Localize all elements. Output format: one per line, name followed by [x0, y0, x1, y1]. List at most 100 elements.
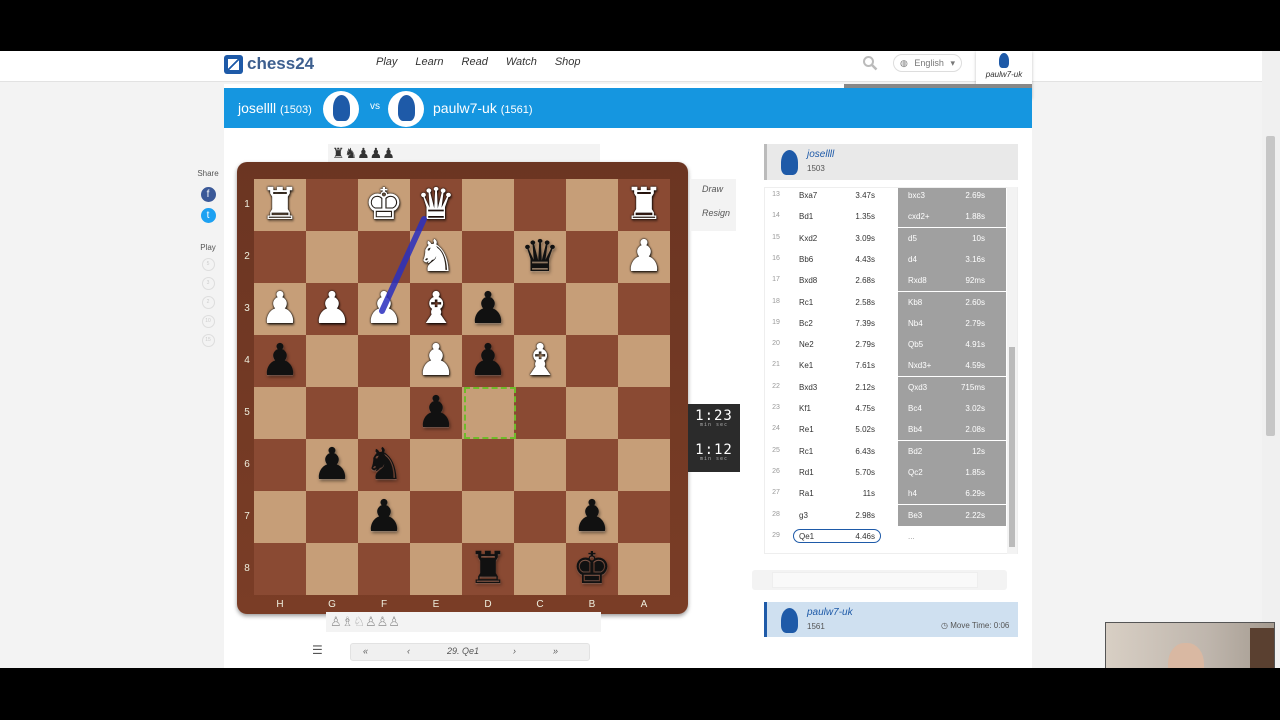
board-square[interactable]	[358, 231, 410, 283]
black-move[interactable]: bxc3	[908, 191, 925, 200]
black-move[interactable]: Bd2	[908, 447, 922, 456]
chess24-logo[interactable]: chess24	[224, 54, 314, 74]
chess-piece[interactable]: ♛	[514, 231, 566, 283]
board-square[interactable]	[514, 283, 566, 335]
black-move[interactable]: cxd2+	[908, 212, 930, 221]
white-move[interactable]: Bc2	[799, 319, 813, 328]
black-move[interactable]: h4	[908, 489, 917, 498]
white-move[interactable]: Kxd2	[799, 234, 817, 243]
play-option-15[interactable]: 15	[201, 334, 215, 347]
chess-piece[interactable]: ♜	[462, 543, 514, 595]
chess-piece[interactable]: ♝	[514, 335, 566, 387]
chess-piece[interactable]: ♞	[410, 231, 462, 283]
move-row[interactable]: 17 Bxd8 2.68s Rxd8 92ms	[765, 270, 1009, 292]
board-square[interactable]	[410, 543, 462, 595]
board-square[interactable]	[566, 179, 618, 231]
white-move[interactable]: Bxa7	[799, 191, 817, 200]
board-square[interactable]	[514, 543, 566, 595]
move-row[interactable]: 24 Re1 5.02s Bb4 2.08s	[765, 419, 1009, 441]
scrollbar-thumb[interactable]	[1266, 136, 1275, 436]
play-option-3[interactable]: 3	[201, 277, 215, 290]
next-move-icon[interactable]: ›	[513, 646, 516, 656]
board-square[interactable]	[514, 439, 566, 491]
white-move[interactable]: Rc1	[799, 298, 813, 307]
chat-input[interactable]	[772, 572, 978, 588]
nav-shop[interactable]: Shop	[555, 56, 581, 68]
white-move[interactable]: Bd1	[799, 212, 813, 221]
white-move[interactable]: g3	[799, 511, 808, 520]
board-square[interactable]	[306, 543, 358, 595]
play-option-2[interactable]: 2	[201, 296, 215, 309]
chess-piece[interactable]: ♝	[410, 283, 462, 335]
chess-piece[interactable]: ♟	[306, 283, 358, 335]
board-square[interactable]	[306, 179, 358, 231]
board-square[interactable]	[306, 491, 358, 543]
board-square[interactable]	[566, 283, 618, 335]
menu-icon[interactable]: ☰	[312, 643, 328, 661]
search-icon[interactable]	[862, 55, 878, 71]
black-move[interactable]: Nxd3+	[908, 361, 931, 370]
chess-piece[interactable]: ♚	[566, 543, 618, 595]
black-move[interactable]: Bb4	[908, 425, 922, 434]
board-square[interactable]	[514, 387, 566, 439]
board-square[interactable]	[618, 439, 670, 491]
move-row[interactable]: 25 Rc1 6.43s Bd2 12s	[765, 440, 1009, 462]
nav-play[interactable]: Play	[376, 56, 397, 68]
chess-piece[interactable]: ♟	[358, 283, 410, 335]
chess-piece[interactable]: ♛	[410, 179, 462, 231]
move-row[interactable]: 21 Ke1 7.61s Nxd3+ 4.59s	[765, 355, 1009, 377]
black-player[interactable]: paulw7-uk (1561)	[433, 100, 533, 116]
board-square[interactable]	[254, 491, 306, 543]
board-square[interactable]	[462, 179, 514, 231]
black-move[interactable]: Rxd8	[908, 276, 927, 285]
player-top-name[interactable]: josellll	[807, 149, 834, 160]
move-row[interactable]: 23 Kf1 4.75s Bc4 3.02s	[765, 398, 1009, 419]
chess-board[interactable]: ♜ ♚ ♛ ♜ ♞ ♛ ♟ ♟ ♟ ♟ ♝ ♟ ♟ ♟ ♟ ♝ ♟ ♟ ♞ ♟ ♟ ♜ ♚	[254, 179, 670, 595]
play-option-10[interactable]: 10	[201, 315, 215, 328]
move-row[interactable]: 13 Bxa7 3.47s bxc3 2.69s	[765, 188, 1009, 206]
black-move[interactable]: d5	[908, 234, 917, 243]
last-move-icon[interactable]: »	[553, 646, 558, 656]
prev-move-icon[interactable]: ‹	[407, 646, 410, 656]
move-list[interactable]: 13 Bxa7 3.47s bxc3 2.69s 14 Bd1 1.35s cxd2+ 1.88s…	[764, 187, 1018, 554]
black-move[interactable]: d4	[908, 255, 917, 264]
chess-piece[interactable]: ♟	[462, 335, 514, 387]
board-square[interactable]	[514, 179, 566, 231]
player-bottom-name[interactable]: paulw7-uk	[807, 607, 853, 618]
chess-piece[interactable]: ♟	[306, 439, 358, 491]
white-move[interactable]: Ra1	[799, 489, 814, 498]
page-scrollbar[interactable]	[1262, 51, 1280, 668]
board-square[interactable]	[566, 387, 618, 439]
chess-piece[interactable]: ♞	[358, 439, 410, 491]
move-row[interactable]: 22 Bxd3 2.12s Qxd3 715ms	[765, 376, 1009, 398]
move-list-scroll-thumb[interactable]	[1009, 347, 1015, 547]
chess-piece[interactable]: ♟	[618, 231, 670, 283]
move-row[interactable]: 28 g3 2.98s Be3 2.22s	[765, 504, 1009, 526]
black-move[interactable]: Qc2	[908, 468, 923, 477]
board-square[interactable]	[358, 387, 410, 439]
board-square[interactable]	[514, 491, 566, 543]
black-move[interactable]: Qb5	[908, 340, 923, 349]
board-square[interactable]	[358, 543, 410, 595]
board-square[interactable]	[566, 335, 618, 387]
move-row[interactable]: 16 Bb6 4.43s d4 3.16s	[765, 248, 1009, 270]
language-selector[interactable]: ◍ English ▾	[893, 54, 962, 72]
chess-piece[interactable]: ♟	[358, 491, 410, 543]
board-square[interactable]	[618, 491, 670, 543]
move-row[interactable]: 19 Bc2 7.39s Nb4 2.79s	[765, 312, 1009, 334]
facebook-icon[interactable]: f	[200, 187, 216, 202]
white-player[interactable]: josellll (1503)	[238, 100, 312, 116]
board-square[interactable]	[358, 335, 410, 387]
draw-button[interactable]: Draw	[690, 179, 736, 203]
white-move[interactable]: Qe1	[799, 532, 814, 541]
move-row[interactable]: 18 Rc1 2.58s Kb8 2.60s	[765, 291, 1009, 313]
board-square[interactable]	[566, 439, 618, 491]
move-row[interactable]: 15 Kxd2 3.09s d5 10s	[765, 227, 1009, 249]
chess-piece[interactable]: ♚	[358, 179, 410, 231]
chess-piece[interactable]: ♟	[254, 335, 306, 387]
board-square[interactable]	[462, 439, 514, 491]
white-move[interactable]: Re1	[799, 425, 814, 434]
white-move[interactable]: Kf1	[799, 404, 811, 413]
white-move[interactable]: Bb6	[799, 255, 813, 264]
move-row[interactable]: 20 Ne2 2.79s Qb5 4.91s	[765, 334, 1009, 356]
